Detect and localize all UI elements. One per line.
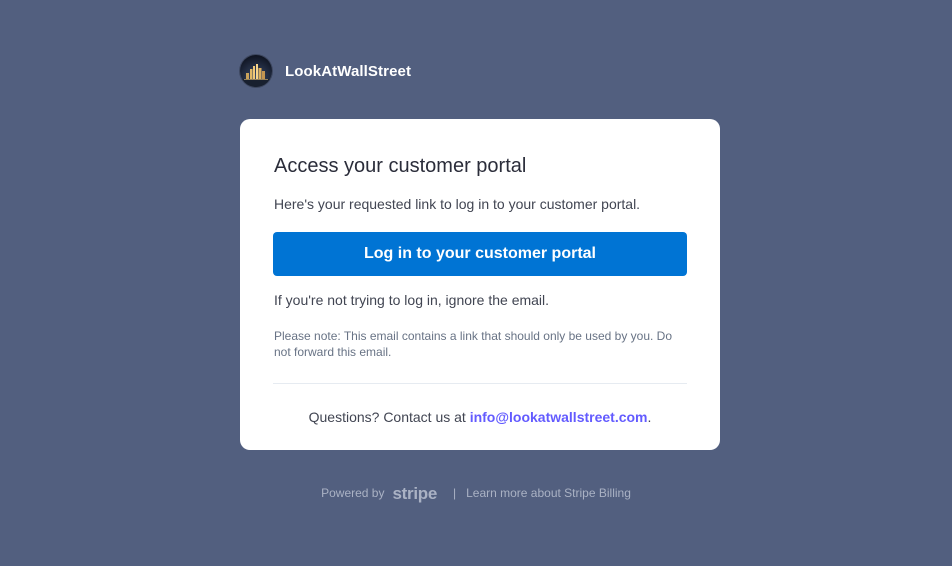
city-skyline-icon — [240, 55, 272, 87]
stripe-logo[interactable]: stripe — [392, 484, 437, 504]
footer-separator: | — [452, 486, 457, 500]
card-title: Access your customer portal — [274, 155, 527, 177]
brand-header: LookAtWallStreet — [240, 55, 411, 87]
login-portal-button[interactable]: Log in to your customer portal — [273, 232, 687, 276]
ignore-text: If you're not trying to log in, ignore t… — [274, 292, 550, 308]
portal-card: Access your customer portal Here's your … — [240, 119, 720, 450]
security-note: Please note: This email contains a link … — [274, 329, 673, 359]
contact-suffix: . — [647, 409, 652, 425]
contact-line: Questions? Contact us at info@lookatwall… — [240, 409, 720, 425]
divider — [273, 383, 687, 384]
brand-name: LookAtWallStreet — [285, 62, 412, 80]
powered-by-text: Powered by — [321, 486, 385, 500]
footer: Powered by stripe | Learn more about Str… — [0, 483, 952, 503]
learn-more-link[interactable]: Learn more about Stripe Billing — [466, 486, 631, 500]
intro-text: Here's your requested link to log in to … — [274, 196, 641, 212]
brand-avatar — [240, 55, 272, 87]
contact-prefix: Questions? Contact us at — [308, 409, 470, 425]
contact-email-link[interactable]: info@lookatwallstreet.com — [470, 409, 648, 425]
